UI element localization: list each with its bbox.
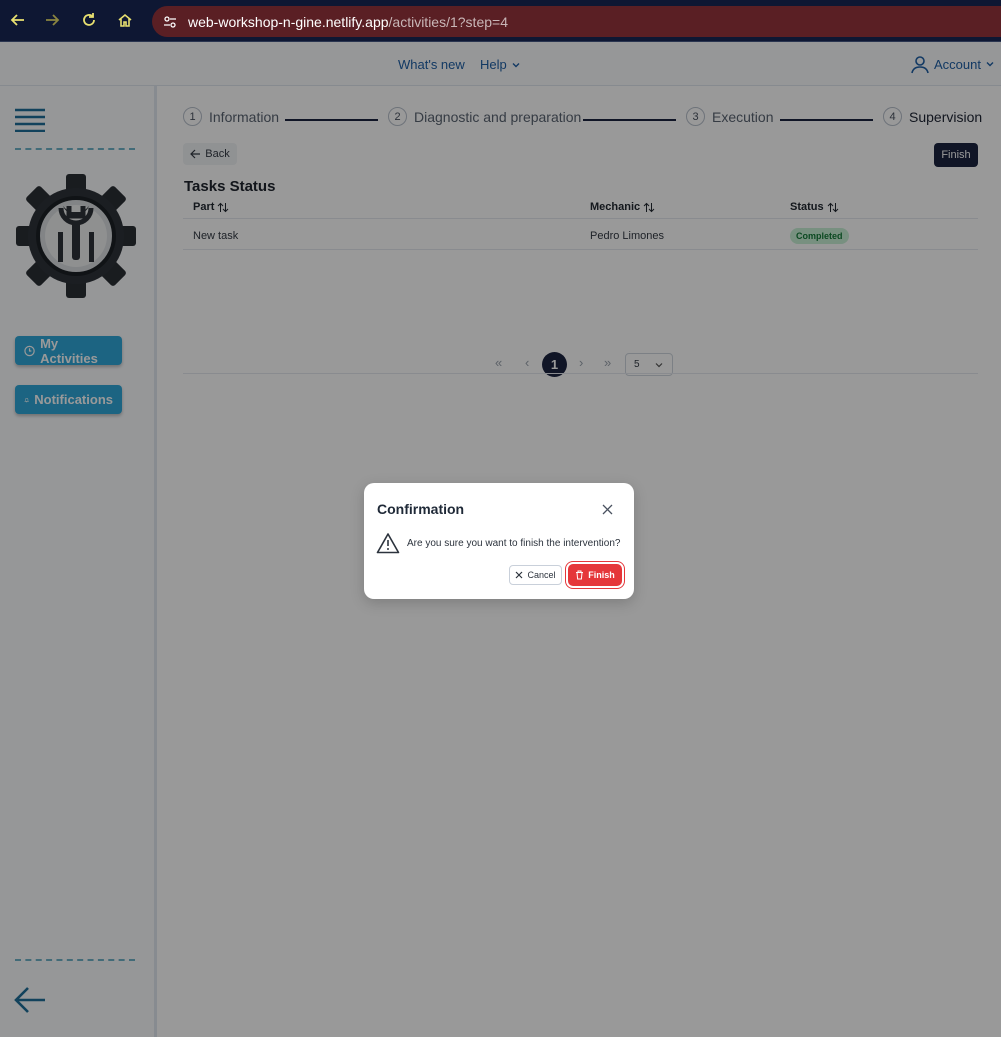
- back-arrow-icon[interactable]: [7, 9, 29, 31]
- confirm-finish-button[interactable]: Finish: [568, 564, 622, 586]
- dialog-title: Confirmation: [377, 501, 465, 517]
- warning-icon: [376, 532, 400, 554]
- cancel-label: Cancel: [527, 570, 556, 580]
- finish-label: Finish: [588, 570, 615, 580]
- cancel-button[interactable]: Cancel: [509, 565, 562, 585]
- browser-toolbar: web-workshop-n-gine.netlify.app/activiti…: [0, 0, 1001, 42]
- close-icon[interactable]: [600, 502, 614, 516]
- reload-icon[interactable]: [78, 9, 100, 31]
- url-text: web-workshop-n-gine.netlify.app/activiti…: [188, 14, 508, 30]
- site-settings-icon[interactable]: [160, 12, 180, 32]
- home-icon[interactable]: [114, 9, 136, 31]
- forward-arrow-icon[interactable]: [41, 9, 63, 31]
- close-icon: [516, 571, 523, 579]
- confirmation-dialog: Confirmation Are you sure you want to fi…: [364, 483, 634, 599]
- trash-icon: [576, 570, 584, 580]
- address-bar[interactable]: web-workshop-n-gine.netlify.app/activiti…: [152, 6, 1001, 37]
- dialog-message: Are you sure you want to finish the inte…: [407, 538, 621, 549]
- url-host: web-workshop-n-gine.netlify.app: [188, 13, 389, 30]
- url-path: /activities/1?step=4: [388, 13, 508, 30]
